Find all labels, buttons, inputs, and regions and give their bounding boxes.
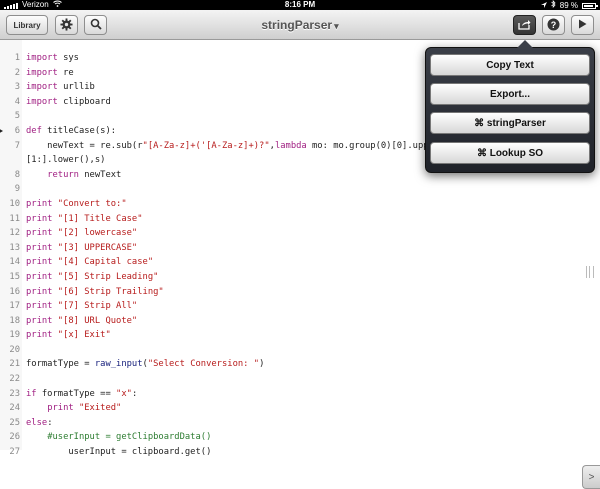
- code-line[interactable]: 9: [0, 182, 590, 197]
- chevron-down-icon: ▾: [334, 21, 339, 31]
- lookup-so-action-button[interactable]: ⌘ Lookup SO: [430, 142, 590, 164]
- code-text: print "[x] Exit": [26, 330, 111, 341]
- code-line[interactable]: 25 else:: [0, 416, 590, 431]
- line-number: 26: [9, 432, 20, 443]
- code-line[interactable]: 26 #userInput = getClipboardData(): [0, 430, 590, 445]
- line-number: 17: [9, 301, 20, 312]
- line-number: 25: [9, 417, 20, 428]
- code-line[interactable]: 19 print "[x] Exit": [0, 328, 590, 343]
- code-line[interactable]: 27 userInput = clipboard.get(): [0, 445, 590, 460]
- line-number: 10: [9, 198, 20, 209]
- code-text: newText = re.sub(r"[A-Za-z]+('[A-Za-z]+)…: [26, 140, 429, 151]
- line-number: 22: [9, 374, 20, 385]
- code-text: print "[3] UPPERCASE": [26, 242, 138, 253]
- code-text: print "[6] Strip Trailing": [26, 286, 164, 297]
- battery-fill: [584, 4, 593, 7]
- chevron-right-icon: >: [588, 471, 595, 483]
- line-number: 9: [14, 184, 20, 195]
- code-line[interactable]: 15 print "[5] Strip Leading": [0, 270, 590, 285]
- share-icon: [518, 19, 531, 32]
- page-title: stringParser: [261, 18, 333, 32]
- line-number: 13: [9, 242, 20, 253]
- line-number: 19: [9, 330, 20, 341]
- line-number: 21: [9, 359, 20, 370]
- code-line[interactable]: 18 print "[8] URL Quote": [0, 314, 590, 329]
- code-text: print "[5] Strip Leading": [26, 271, 159, 282]
- line-number: 16: [9, 286, 20, 297]
- line-number: 6: [14, 125, 20, 136]
- line-number: 23: [9, 388, 20, 399]
- code-line[interactable]: 12 print "[2] lowercase": [0, 226, 590, 241]
- document-title-menu[interactable]: stringParser ▾: [0, 18, 600, 32]
- code-text: print "[8] URL Quote": [26, 315, 138, 326]
- copy-text-button[interactable]: Copy Text: [430, 54, 590, 76]
- line-number: 1: [14, 53, 20, 63]
- line-number: 7: [14, 140, 20, 151]
- code-line[interactable]: 13 print "[3] UPPERCASE": [0, 241, 590, 256]
- line-number: 8: [14, 169, 20, 180]
- code-line[interactable]: 20: [0, 343, 590, 358]
- code-line[interactable]: 17 print "[7] Strip All": [0, 299, 590, 314]
- code-text: print "Convert to:": [26, 198, 127, 209]
- code-text: #userInput = getClipboardData(): [47, 432, 212, 443]
- line-number: 5: [14, 111, 20, 122]
- code-line[interactable]: 14 print "[4] Capital case": [0, 255, 590, 270]
- line-number: 18: [9, 315, 20, 326]
- popover-arrow: [517, 40, 533, 48]
- code-line[interactable]: 10 print "Convert to:": [0, 197, 590, 212]
- code-text: userInput = clipboard.get(): [26, 447, 212, 458]
- code-text: return newText: [47, 169, 122, 180]
- code-line[interactable]: 24 print "Exited": [0, 401, 590, 416]
- line-number: 4: [14, 96, 20, 107]
- status-bar: Verizon 8:16 PM 89 %: [0, 0, 600, 10]
- line-number: 2: [14, 67, 20, 78]
- code-text: print "[7] Strip All": [26, 301, 138, 312]
- help-button[interactable]: ?: [542, 15, 565, 35]
- svg-text:?: ?: [551, 20, 557, 30]
- stringparser-action-button[interactable]: ⌘ stringParser: [430, 112, 590, 134]
- code-text: if formatType == "x":: [26, 388, 138, 399]
- code-line[interactable]: 23 if formatType == "x":: [0, 387, 590, 402]
- code-text: import sys: [26, 53, 79, 63]
- line-number: 12: [9, 228, 20, 239]
- drag-handle-icon[interactable]: [586, 266, 594, 278]
- code-text: [1:].lower(),s): [26, 155, 106, 166]
- line-number: 14: [9, 257, 20, 268]
- line-number: 27: [9, 447, 20, 458]
- help-icon: ?: [547, 18, 560, 33]
- line-number: 15: [9, 271, 20, 282]
- status-time: 8:16 PM: [284, 0, 316, 9]
- code-text: formatType = raw_input("Select Conversio…: [26, 359, 265, 370]
- line-number: 24: [9, 403, 20, 414]
- code-line[interactable]: 11 print "[1] Title Case": [0, 212, 590, 227]
- share-button[interactable]: [513, 15, 536, 35]
- battery-percent: 89 %: [559, 0, 578, 10]
- console-toggle-button[interactable]: >: [582, 465, 600, 489]
- toolbar: Library stringParser ▾ ?: [0, 10, 600, 40]
- line-number: 20: [9, 344, 20, 355]
- code-text: import re: [26, 67, 74, 78]
- code-line[interactable]: 21 formatType = raw_input("Select Convers…: [0, 357, 590, 372]
- share-popover: Copy Text Export... ⌘ stringParser ⌘ Loo…: [425, 40, 595, 173]
- code-text: print "[1] Title Case": [26, 213, 143, 224]
- code-text: print "[4] Capital case": [26, 257, 154, 268]
- line-number: 11: [9, 213, 20, 224]
- line-number: 3: [14, 82, 20, 93]
- code-line[interactable]: 16 print "[6] Strip Trailing": [0, 285, 590, 300]
- code-line[interactable]: 22: [0, 372, 590, 387]
- code-text: else:: [26, 417, 53, 428]
- export-button[interactable]: Export...: [430, 83, 590, 105]
- play-icon: [578, 19, 587, 31]
- battery-icon: [582, 2, 598, 9]
- location-icon: [540, 1, 547, 11]
- code-text: import clipboard: [26, 96, 111, 107]
- code-text: print "[2] lowercase": [26, 228, 138, 239]
- code-text: def titleCase(s):: [26, 125, 117, 136]
- code-text: import urllib: [26, 82, 95, 93]
- code-text: print "Exited": [47, 403, 122, 414]
- run-button[interactable]: [571, 15, 594, 35]
